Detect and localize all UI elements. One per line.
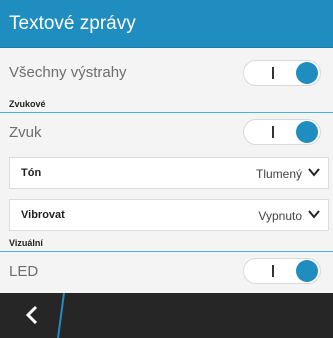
- sound-toggle[interactable]: [243, 119, 321, 145]
- toggle-on-mark: [272, 265, 274, 277]
- all-alerts-label: Všechny výstrahy: [9, 64, 127, 81]
- section-header-visual: Vizuální: [9, 238, 43, 248]
- back-icon: [25, 305, 38, 325]
- title-bar: Textové zprávy: [0, 0, 333, 48]
- toggle-on-mark: [272, 67, 274, 79]
- bottom-action-bar: [0, 293, 333, 338]
- tone-dropdown[interactable]: Tón Tlumený: [9, 157, 329, 189]
- page-title: Textové zprávy: [9, 13, 136, 34]
- led-label: LED: [9, 263, 39, 280]
- back-divider-slash: [57, 293, 65, 338]
- sound-label: Zvuk: [9, 124, 42, 141]
- vibrate-dropdown-label: Vibrovat: [21, 209, 65, 221]
- tone-dropdown-label: Tón: [21, 167, 42, 179]
- section-divider: [0, 112, 333, 113]
- back-button[interactable]: [0, 293, 65, 338]
- toggle-knob: [296, 121, 318, 143]
- toggle-knob: [296, 62, 318, 84]
- chevron-down-icon: [308, 210, 320, 219]
- led-toggle[interactable]: [243, 258, 321, 284]
- vibrate-dropdown-value: Vypnuto: [258, 209, 302, 223]
- chevron-down-icon: [308, 168, 320, 177]
- all-alerts-toggle[interactable]: [243, 60, 321, 86]
- section-divider: [0, 251, 333, 252]
- section-header-sound: Zvukové: [9, 99, 46, 109]
- tone-dropdown-value: Tlumený: [255, 167, 302, 181]
- toggle-on-mark: [272, 126, 274, 138]
- toggle-knob: [296, 260, 318, 282]
- vibrate-dropdown[interactable]: Vibrovat Vypnuto: [9, 199, 329, 231]
